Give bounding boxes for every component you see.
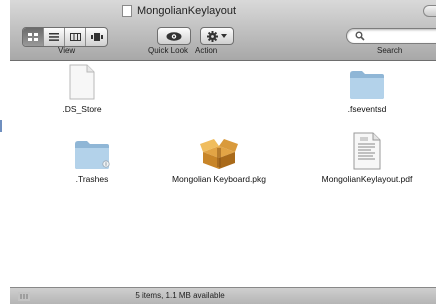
folder-icon [350, 71, 384, 99]
quick-look-button[interactable] [157, 27, 191, 45]
action-button[interactable] [200, 27, 234, 45]
action-label: Action [195, 46, 218, 55]
pdf-icon [353, 132, 381, 170]
titlebar: MongolianKeylayout View Quick Look Actio… [10, 0, 436, 61]
chevron-down-icon [221, 34, 227, 38]
folder-proxy-icon[interactable] [122, 5, 132, 17]
view-label: View [58, 46, 76, 55]
file-item-trashes[interactable]: .Trashes [32, 138, 152, 184]
toolbar-toggle-button[interactable] [423, 5, 436, 17]
coverflow-view-icon [90, 33, 103, 41]
quick-look-label: Quick Look [148, 46, 189, 55]
document-icon [69, 64, 95, 100]
file-item-ds-store[interactable]: .DS_Store [22, 64, 142, 114]
column-view-button[interactable] [65, 28, 86, 46]
file-name: .fseventsd [347, 104, 387, 114]
file-item-fseventsd[interactable]: .fseventsd [307, 68, 427, 114]
file-name: MongolianKeylayout.pdf [321, 174, 413, 184]
status-bar: 5 items, 1.1 MB available [10, 287, 436, 304]
icon-view-icon [28, 33, 38, 41]
file-item-package[interactable]: Mongolian Keyboard.pkg [159, 134, 279, 184]
column-view-icon [69, 33, 81, 41]
window-title-text: MongolianKeylayout [137, 5, 237, 17]
search-label: Search [377, 46, 403, 55]
file-name: .DS_Store [62, 104, 102, 114]
list-view-icon [49, 33, 59, 41]
finder-window: MongolianKeylayout View Quick Look Actio… [10, 0, 436, 304]
view-segmented-control [22, 27, 108, 47]
file-name: .Trashes [75, 174, 109, 184]
search-icon [355, 31, 365, 41]
window-title: MongolianKeylayout [122, 4, 236, 18]
package-icon [200, 139, 238, 169]
file-name: Mongolian Keyboard.pkg [171, 174, 267, 184]
list-view-button[interactable] [44, 28, 65, 46]
file-icon-grid: .DS_Store .fseventsd .Trashes Mongolian … [10, 61, 436, 287]
coverflow-view-button[interactable] [86, 28, 107, 46]
eye-icon [166, 31, 182, 41]
file-item-pdf[interactable]: MongolianKeylayout.pdf [307, 132, 427, 184]
status-text: 5 items, 1.1 MB available [135, 291, 225, 300]
gear-icon [207, 30, 218, 42]
search-field[interactable] [346, 28, 436, 44]
background-edge [0, 120, 2, 132]
folder-icon [75, 141, 110, 169]
icon-view-button[interactable] [23, 28, 44, 46]
